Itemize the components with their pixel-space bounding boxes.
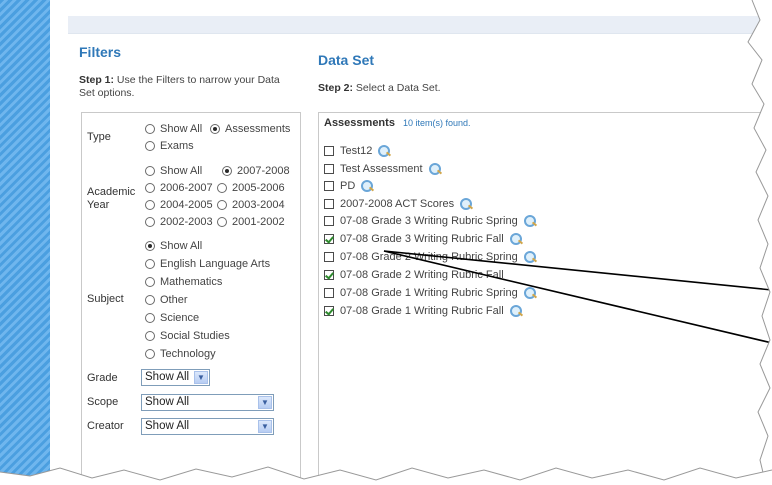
- radio-button-icon: [145, 331, 155, 341]
- scope-select-value: Show All: [145, 396, 190, 408]
- type-option-exams[interactable]: Exams: [145, 140, 194, 152]
- type-label: Type: [87, 131, 111, 143]
- year-option-2002-2003[interactable]: 2002-2003: [145, 216, 213, 228]
- list-item[interactable]: 07-08 Grade 2 Writing Rubric Fall: [324, 269, 504, 281]
- academic-year-label: Academic Year: [87, 186, 136, 211]
- assessments-count: 10 item(s) found.: [403, 118, 471, 128]
- subject-option-other[interactable]: Other: [145, 294, 188, 306]
- assessments-list-title: Assessments: [324, 117, 395, 129]
- chevron-down-icon[interactable]: ▼: [194, 371, 208, 384]
- grade-select-value: Show All: [145, 371, 190, 383]
- subject-option-english-language-arts[interactable]: English Language Arts: [145, 258, 270, 270]
- radio-button-icon: [145, 124, 155, 134]
- dataset-step-instructions: Select a Data Set.: [353, 82, 441, 94]
- year-option-2003-2004[interactable]: 2003-2004: [217, 199, 285, 211]
- radio-button-icon: [217, 217, 227, 227]
- magnifier-icon[interactable]: [509, 305, 523, 317]
- radio-button-icon: [145, 313, 155, 323]
- checkbox-icon[interactable]: [324, 199, 334, 209]
- magnifier-icon[interactable]: [523, 215, 537, 227]
- scope-select[interactable]: Show All ▼: [141, 394, 274, 411]
- list-item[interactable]: Test12: [324, 145, 391, 157]
- dataset-heading: Data Set: [318, 52, 375, 68]
- dataset-step-text: Step 2: Select a Data Set.: [318, 82, 441, 95]
- radio-button-icon: [145, 183, 155, 193]
- type-option-assessments[interactable]: Assessments: [210, 123, 290, 135]
- type-option-show-all[interactable]: Show All: [145, 123, 202, 135]
- list-item[interactable]: 07-08 Grade 1 Writing Rubric Spring: [324, 287, 537, 299]
- list-item[interactable]: 07-08 Grade 3 Writing Rubric Fall: [324, 233, 523, 245]
- year-option-2001-2002[interactable]: 2001-2002: [217, 216, 285, 228]
- radio-button-icon: [145, 217, 155, 227]
- subject-label: Subject: [87, 293, 124, 305]
- year-option-2006-2007[interactable]: 2006-2007: [145, 182, 213, 194]
- creator-select[interactable]: Show All ▼: [141, 418, 274, 435]
- subject-option-science[interactable]: Science: [145, 312, 199, 324]
- magnifier-icon[interactable]: [509, 233, 523, 245]
- checkbox-icon[interactable]: [324, 252, 334, 262]
- side-stripe: [0, 0, 50, 485]
- dataset-step-label: Step 2:: [318, 82, 354, 94]
- year-option-2007-2008[interactable]: 2007-2008: [222, 165, 290, 177]
- radio-button-icon: [145, 241, 155, 251]
- list-item[interactable]: 2007-2008 ACT Scores: [324, 198, 473, 210]
- subject-option-technology[interactable]: Technology: [145, 348, 216, 360]
- list-item[interactable]: 07-08 Grade 3 Writing Rubric Spring: [324, 215, 537, 227]
- checkbox-icon[interactable]: [324, 270, 334, 280]
- year-option-show-all[interactable]: Show All: [145, 165, 202, 177]
- filters-step-text: Step 1: Use the Filters to narrow your D…: [79, 74, 294, 100]
- magnifier-icon[interactable]: [428, 163, 442, 175]
- year-option-2005-2006[interactable]: 2005-2006: [217, 182, 285, 194]
- checkbox-icon[interactable]: [324, 164, 334, 174]
- radio-button-icon: [145, 141, 155, 151]
- magnifier-icon[interactable]: [523, 251, 537, 263]
- list-item[interactable]: 07-08 Grade 2 Writing Rubric Spring: [324, 251, 537, 263]
- checkbox-icon[interactable]: [324, 181, 334, 191]
- creator-select-value: Show All: [145, 420, 190, 432]
- list-item[interactable]: 07-08 Grade 1 Writing Rubric Fall: [324, 305, 523, 317]
- checkbox-icon[interactable]: [324, 146, 334, 156]
- year-option-2004-2005[interactable]: 2004-2005: [145, 199, 213, 211]
- subject-option-social-studies[interactable]: Social Studies: [145, 330, 230, 342]
- subject-option-show-all[interactable]: Show All: [145, 240, 202, 252]
- top-bar: [68, 16, 768, 34]
- radio-button-icon: [145, 259, 155, 269]
- grade-label: Grade: [87, 372, 118, 384]
- list-item[interactable]: Test Assessment: [324, 163, 442, 175]
- scope-label: Scope: [87, 396, 119, 408]
- radio-button-icon: [210, 124, 220, 134]
- radio-button-icon: [145, 200, 155, 210]
- checkbox-icon[interactable]: [324, 306, 334, 316]
- chevron-down-icon[interactable]: ▼: [258, 420, 272, 433]
- radio-button-icon: [217, 183, 227, 193]
- magnifier-icon[interactable]: [360, 180, 374, 192]
- magnifier-icon[interactable]: [523, 287, 537, 299]
- radio-button-icon: [145, 349, 155, 359]
- grade-select[interactable]: Show All ▼: [141, 369, 210, 386]
- radio-button-icon: [145, 295, 155, 305]
- filters-step-label: Step 1:: [79, 74, 115, 86]
- checkbox-icon[interactable]: [324, 216, 334, 226]
- creator-label: Creator: [87, 420, 124, 432]
- checkbox-icon[interactable]: [324, 234, 334, 244]
- magnifier-icon[interactable]: [459, 198, 473, 210]
- chevron-down-icon[interactable]: ▼: [258, 396, 272, 409]
- checkbox-icon[interactable]: [324, 288, 334, 298]
- page: Filters Step 1: Use the Filters to narro…: [50, 0, 772, 485]
- list-item[interactable]: PD: [324, 180, 374, 192]
- subject-option-mathematics[interactable]: Mathematics: [145, 276, 222, 288]
- radio-button-icon: [222, 166, 232, 176]
- magnifier-icon[interactable]: [377, 145, 391, 157]
- radio-button-icon: [145, 277, 155, 287]
- radio-button-icon: [145, 166, 155, 176]
- filters-heading: Filters: [79, 44, 122, 60]
- radio-button-icon: [217, 200, 227, 210]
